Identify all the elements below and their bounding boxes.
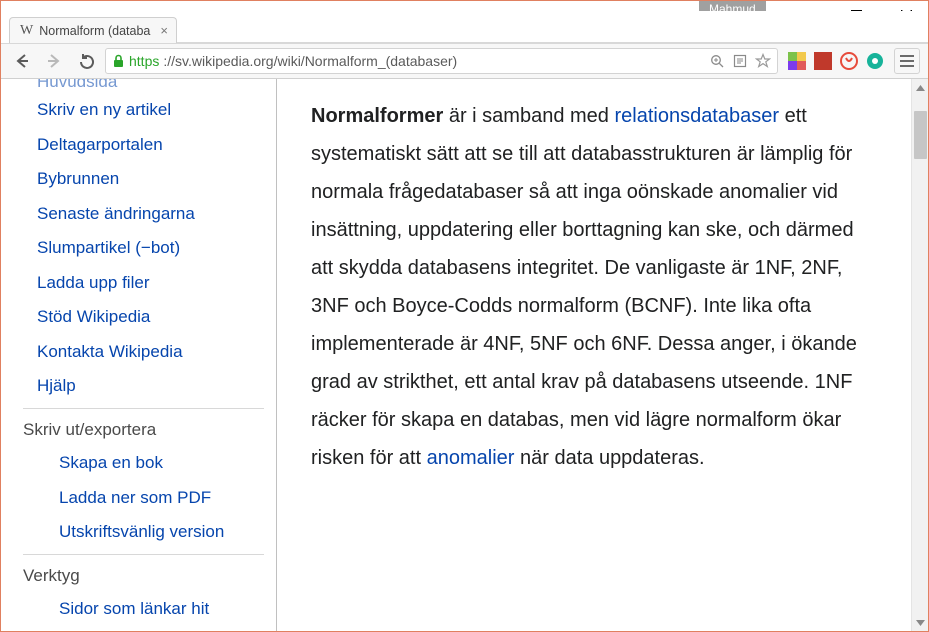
sidebar-section-print: Skriv ut/exportera [19,409,276,447]
address-bar-actions [710,53,771,69]
wiki-link-relationsdatabaser[interactable]: relationsdatabaser [614,105,779,127]
extension-icon-4[interactable] [866,52,884,70]
tab-strip-spacer [177,17,928,43]
scroll-down-arrow[interactable] [912,614,929,631]
article-text: när data uppdateras. [514,447,704,469]
sidebar-link[interactable]: Senaste ändringarna [19,197,276,232]
sidebar-link[interactable]: Slumpartikel (−bot) [19,231,276,266]
wiki-sidebar: Huvudsida Skriv en ny artikel Deltagarpo… [1,79,276,631]
sidebar-link[interactable]: Hjälp [19,369,276,404]
browser-tab[interactable]: W Normalform (databa × [9,17,177,43]
extension-icon-1[interactable] [788,52,806,70]
scroll-up-arrow[interactable] [912,79,929,96]
extension-icon-2[interactable] [814,52,832,70]
sidebar-link[interactable]: Ladda ner som PDF [19,481,276,516]
sidebar-link[interactable]: Skapa en bok [19,446,276,481]
extension-icon-3[interactable] [840,52,858,70]
sidebar-link[interactable]: Deltagarportalen [19,128,276,163]
address-bar[interactable]: https://sv.wikipedia.org/wiki/Normalform… [105,48,778,74]
wiki-link-anomalier[interactable]: anomalier [427,447,515,469]
sidebar-link-truncated[interactable]: Huvudsida [19,79,276,91]
tab-title: Normalform (databa [39,24,150,38]
window-titlebar: Mahmud [1,1,928,11]
content-area: Huvudsida Skriv en ny artikel Deltagarpo… [1,79,928,631]
lead-bold: Normalformer [311,105,443,127]
forward-button[interactable] [41,48,67,74]
sidebar-link[interactable]: Bybrunnen [19,162,276,197]
back-button[interactable] [9,48,35,74]
tab-close-icon[interactable]: × [160,23,168,38]
sidebar-link[interactable]: Ladda upp filer [19,266,276,301]
sidebar-link[interactable]: Sidor som länkar hit [19,592,276,627]
browser-menu-button[interactable] [894,48,920,74]
article-text: är i samband med [443,105,614,127]
article-body: Normalformer är i samband med relationsd… [281,79,911,631]
bookmark-star-icon[interactable] [755,53,771,69]
extension-icons [784,52,888,70]
reload-button[interactable] [73,48,99,74]
page: Huvudsida Skriv en ny artikel Deltagarpo… [1,79,911,631]
tab-strip: W Normalform (databa × [1,11,928,43]
scroll-thumb[interactable] [914,111,927,159]
vertical-scrollbar[interactable] [911,79,928,631]
sidebar-link[interactable]: Kontakta Wikipedia [19,335,276,370]
url-path: ://sv.wikipedia.org/wiki/Normalform_(dat… [163,53,457,69]
browser-toolbar: https://sv.wikipedia.org/wiki/Normalform… [1,43,928,79]
article-text: ett systematiskt sätt att se till att da… [311,105,857,469]
sidebar-link[interactable]: Skriv en ny artikel [19,93,276,128]
article-paragraph: Normalformer är i samband med relationsd… [311,97,877,477]
sidebar-link[interactable]: Utskriftsvänlig version [19,515,276,550]
reader-icon[interactable] [733,54,747,68]
sidebar-link[interactable]: Stöd Wikipedia [19,300,276,335]
url-scheme: https [129,53,159,69]
zoom-icon[interactable] [710,54,725,69]
lock-icon [112,54,125,68]
wikipedia-favicon: W [20,23,33,39]
vertical-divider [276,79,277,631]
sidebar-section-tools: Verktyg [19,555,276,593]
